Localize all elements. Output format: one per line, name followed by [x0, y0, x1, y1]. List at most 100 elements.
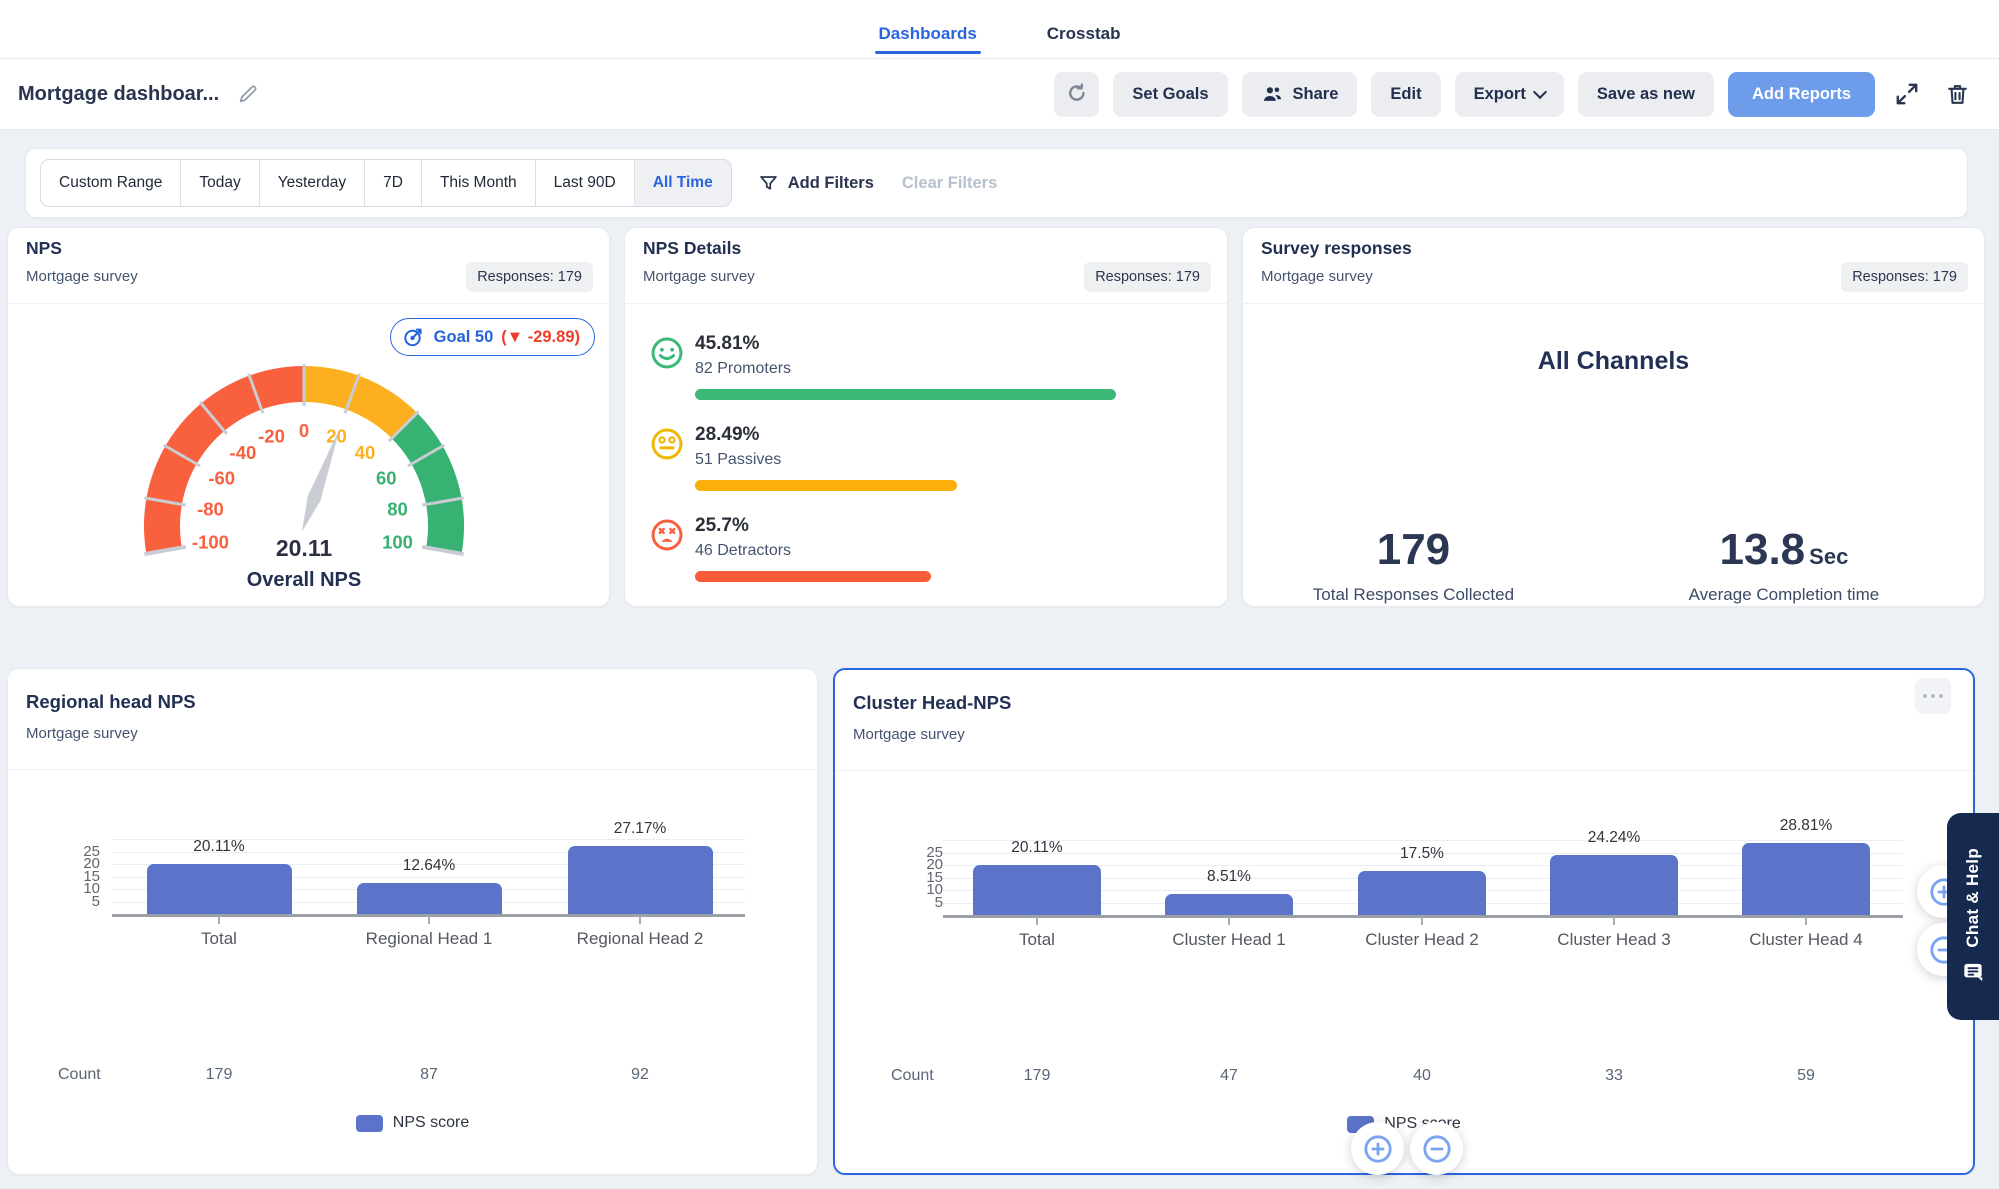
tab-crosstab-label: Crosstab: [1046, 24, 1121, 43]
promoters-label: 82 Promoters: [695, 360, 792, 377]
save-as-new-button[interactable]: Save as new: [1577, 71, 1714, 117]
fullscreen-button[interactable]: [1889, 74, 1925, 114]
add-reports-button[interactable]: Add Reports: [1728, 71, 1875, 117]
nps-responses-badge: Responses: 179: [466, 262, 593, 292]
refresh-button[interactable]: [1054, 71, 1100, 117]
detractors-label: 46 Detractors: [695, 542, 792, 559]
share-label: Share: [1292, 84, 1339, 103]
bar-value-label: 20.11%: [193, 837, 245, 855]
promoter-face-icon: [651, 337, 683, 369]
category-label: Regional Head 1: [365, 929, 493, 948]
bar-cluster-head-1[interactable]: [1165, 893, 1293, 915]
y-axis-tick-label: 5: [934, 893, 943, 911]
regional-bar-chart: NPS score 25 20 15 10 5 20.11% Total 179 12.64% R…: [8, 769, 817, 1174]
count-row-label: Count: [58, 1066, 101, 1083]
zoom-in-icon: [1363, 1134, 1392, 1163]
svg-text:60: 60: [376, 468, 397, 489]
range-yesterday[interactable]: Yesterday: [260, 160, 366, 206]
range-7d[interactable]: 7D: [365, 160, 422, 206]
range-all-time[interactable]: All Time: [634, 160, 731, 206]
tab-crosstab[interactable]: Crosstab: [1043, 24, 1125, 58]
nps-goal-pill[interactable]: Goal 50 (▼ -29.89): [389, 318, 595, 356]
bar-value-label: 17.5%: [1400, 845, 1444, 863]
x-axis-tick: [218, 916, 220, 924]
edit-button[interactable]: Edit: [1371, 71, 1441, 117]
svg-text:-100: -100: [192, 531, 229, 552]
total-responses-stat: 179 Total Responses Collected: [1243, 525, 1584, 605]
range-today[interactable]: Today: [181, 160, 260, 206]
all-channels-title: All Channels: [1537, 347, 1690, 375]
nps-card-body: Goal 50 (▼ -29.89) -100-80-60-40-2002040…: [8, 303, 609, 606]
survey-responses-badge: Responses: 179: [1841, 262, 1968, 292]
count-row-label: Count: [891, 1067, 934, 1084]
clear-filters-button[interactable]: Clear Filters: [902, 174, 997, 193]
avg-completion-caption: Average Completion time: [1688, 585, 1880, 604]
regional-legend[interactable]: NPS score: [8, 1114, 817, 1132]
add-filters-button[interactable]: Add Filters: [758, 173, 874, 194]
set-goals-button[interactable]: Set Goals: [1113, 71, 1228, 117]
range-custom-range[interactable]: Custom Range: [41, 160, 182, 206]
range-last-90d[interactable]: Last 90D: [536, 160, 635, 206]
x-axis-tick: [1228, 917, 1230, 925]
count-value: 179: [205, 1066, 233, 1083]
detractors-bar: [695, 571, 931, 582]
x-axis-tick: [1421, 917, 1423, 925]
range-this-month[interactable]: This Month: [422, 160, 536, 206]
goal-delta: (▼ -29.89): [501, 327, 580, 346]
add-reports-label: Add Reports: [1752, 84, 1851, 103]
promoters-bar: [695, 389, 1116, 400]
total-responses-value: 179: [1376, 525, 1451, 574]
export-button[interactable]: Export: [1454, 71, 1564, 117]
nps-details-card[interactable]: NPS Details Mortgage survey Responses: 1…: [624, 227, 1228, 607]
cluster-head-nps-card[interactable]: Cluster Head-NPS Mortgage survey NPS sco…: [833, 668, 1975, 1175]
bar-cluster-head-4[interactable]: [1742, 843, 1870, 915]
regional-title: Regional head NPS: [26, 691, 196, 712]
promoters-percent: 45.81%: [695, 333, 760, 354]
bar-value-label: 8.51%: [1207, 867, 1251, 885]
total-responses-caption: Total Responses Collected: [1312, 585, 1515, 604]
nps-card[interactable]: NPS Mortgage survey Responses: 179 Goal …: [7, 227, 610, 607]
cluster-legend[interactable]: NPS score: [835, 1115, 1973, 1133]
bar-total[interactable]: [973, 864, 1101, 915]
rename-dashboard-button[interactable]: [237, 83, 259, 105]
regional-subtitle: Mortgage survey: [26, 725, 138, 742]
bar-total[interactable]: [146, 863, 292, 914]
detractor-face-icon: [651, 519, 683, 551]
top-tab-bar: Dashboards Crosstab: [0, 0, 1999, 59]
regional-head-nps-card[interactable]: Regional head NPS Mortgage survey NPS sc…: [7, 668, 818, 1175]
share-button[interactable]: Share: [1241, 71, 1358, 117]
chat-bubble-icon: [1964, 964, 1983, 982]
bar-cluster-head-3[interactable]: [1550, 854, 1678, 915]
count-value: 92: [631, 1066, 649, 1083]
nps-details-title: NPS Details: [643, 238, 742, 258]
more-options-icon: [1922, 693, 1928, 699]
chat-help-tab[interactable]: Chat & Help: [1947, 813, 1999, 1020]
count-value: 40: [1413, 1067, 1431, 1084]
chart-zoom-in-button[interactable]: [1351, 1122, 1404, 1175]
cluster-bar-chart: NPS score 25 20 15 10 5 20.11% Total 179 8.51% Cl…: [835, 770, 1973, 1173]
bar-value-label: 12.64%: [402, 856, 456, 874]
survey-responses-header: Survey responses Mortgage survey Respons…: [1243, 228, 1984, 292]
passives-bar: [695, 480, 957, 491]
bar-regional-head-2[interactable]: [567, 846, 713, 914]
save-as-new-label: Save as new: [1596, 84, 1695, 103]
cluster-more-options-button[interactable]: [1915, 678, 1951, 714]
category-label: Cluster Head 3: [1557, 930, 1671, 949]
svg-text:Overall NPS: Overall NPS: [247, 569, 362, 591]
tab-dashboards[interactable]: Dashboards: [874, 24, 982, 58]
svg-text:-20: -20: [258, 426, 285, 447]
dashboard-toolbar: Mortgage dashboar... Set Goals Share Edi…: [0, 59, 1999, 130]
detractors-percent: 25.7%: [695, 515, 749, 536]
svg-text:40: 40: [355, 442, 376, 463]
avg-completion-value: 13.8: [1719, 525, 1806, 574]
x-axis-tick: [1805, 917, 1807, 925]
bar-regional-head-1[interactable]: [356, 882, 502, 914]
refresh-icon: [1068, 83, 1085, 101]
chart-zoom-out-button[interactable]: [1410, 1122, 1463, 1175]
export-label: Export: [1473, 84, 1526, 103]
nps-card-header: NPS Mortgage survey Responses: 179: [8, 228, 609, 292]
delete-dashboard-button[interactable]: [1939, 74, 1975, 114]
bar-cluster-head-2[interactable]: [1358, 871, 1486, 915]
survey-responses-card[interactable]: Survey responses Mortgage survey Respons…: [1242, 227, 1985, 607]
dashboard-title: Mortgage dashboar...: [18, 82, 220, 105]
